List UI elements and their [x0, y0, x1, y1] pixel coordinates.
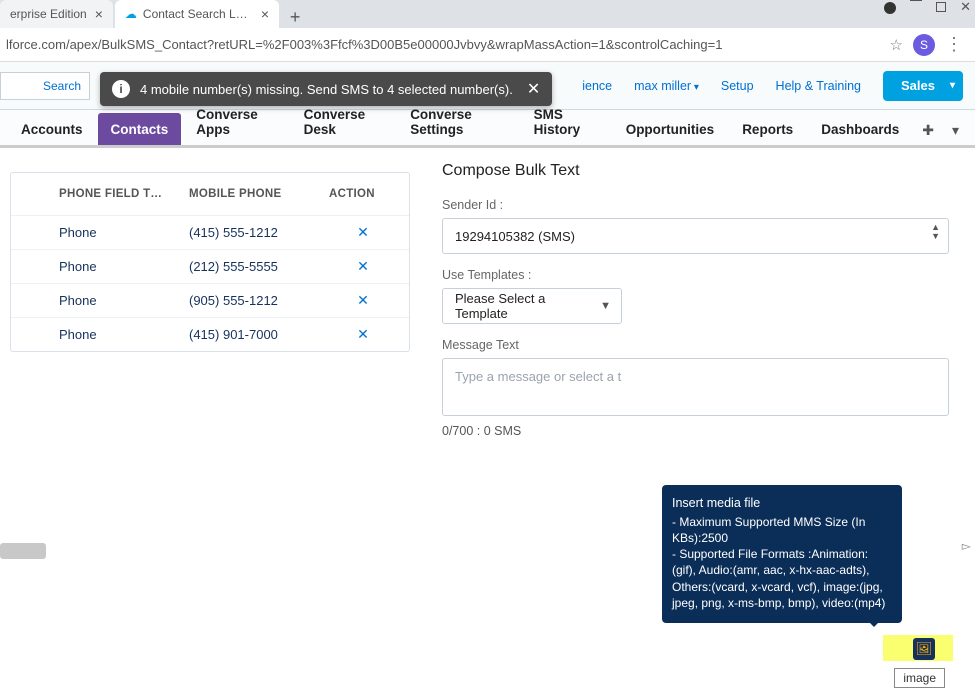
tab-opportunities[interactable]: Opportunities	[613, 113, 728, 145]
message-textarea[interactable]: Type a message or select a t	[442, 358, 949, 416]
message-placeholder: Type a message or select a t	[455, 369, 621, 384]
url-field[interactable]: lforce.com/apex/BulkSMS_Contact?retURL=%…	[0, 37, 880, 52]
info-icon: i	[112, 80, 130, 98]
window-minimize-icon[interactable]	[910, 0, 922, 1]
header-link-experience[interactable]: ience	[582, 79, 612, 93]
close-icon[interactable]: ✕	[527, 79, 540, 99]
bookmark-star-icon[interactable]: ☆	[890, 36, 903, 54]
tab-contacts[interactable]: Contacts	[98, 113, 182, 145]
character-counter: 0/700 : 0 SMS	[442, 424, 949, 438]
tooltip-line1: - Maximum Supported MMS Size (In KBs):25…	[672, 514, 892, 546]
media-tooltip: Insert media file - Maximum Supported MM…	[662, 485, 902, 623]
tab-reports[interactable]: Reports	[729, 113, 806, 145]
insert-media-button[interactable]: 🖼	[913, 638, 935, 660]
compose-title: Compose Bulk Text	[442, 162, 949, 180]
app-switcher-label: Sales	[901, 78, 935, 93]
sender-id-select[interactable]: 19294105382 (SMS) ▲▼	[442, 218, 949, 254]
cell-type: Phone	[53, 293, 183, 308]
close-icon[interactable]: ×	[261, 6, 269, 22]
browser-menu-icon[interactable]: ⋮	[941, 34, 967, 55]
global-search[interactable]: Search	[0, 72, 90, 100]
remove-row-button[interactable]: ✕	[323, 292, 403, 309]
native-tooltip: image	[894, 668, 945, 688]
app-switcher-button[interactable]: Sales	[883, 71, 963, 101]
app-header: Search i 4 mobile number(s) missing. Sen…	[0, 62, 975, 110]
add-tab-icon[interactable]: ✚	[914, 116, 942, 145]
table-row: Phone (415) 555-1212 ✕	[11, 215, 409, 249]
header-link-setup[interactable]: Setup	[721, 79, 754, 93]
template-select[interactable]: Please Select a Template ▼	[442, 288, 622, 324]
toast-text: 4 mobile number(s) missing. Send SMS to …	[140, 82, 513, 97]
new-tab-button[interactable]: +	[281, 7, 309, 28]
col-phone-field[interactable]: PHONE FIELD T…	[53, 188, 183, 200]
image-icon: 🖼	[916, 641, 933, 657]
remove-row-button[interactable]: ✕	[323, 258, 403, 275]
window-close-icon[interactable]: ✕	[960, 2, 971, 14]
cell-mobile: (415) 555-1212	[183, 225, 323, 240]
browser-tab-strip: erprise Edition × ☁ Contact Search Layou…	[0, 0, 975, 28]
cell-mobile: (212) 555-5555	[183, 259, 323, 274]
chevron-down-icon: ▼	[600, 300, 611, 312]
toast-notification: i 4 mobile number(s) missing. Send SMS t…	[100, 72, 552, 106]
cell-type: Phone	[53, 327, 183, 342]
window-controls: ✕	[884, 2, 971, 14]
extension-icon[interactable]	[884, 2, 896, 14]
browser-tab-1[interactable]: ☁ Contact Search Layouts ~ Salesfo ×	[115, 0, 279, 28]
tooltip-line2: - Supported File Formats :Animation:(gif…	[672, 546, 892, 611]
more-tabs-icon[interactable]: ▾	[944, 116, 967, 145]
cell-type: Phone	[53, 259, 183, 274]
browser-tab-0-title: erprise Edition	[10, 7, 87, 21]
remove-row-button[interactable]: ✕	[323, 326, 403, 343]
profile-avatar[interactable]: S	[913, 34, 935, 56]
contacts-panel: PHONE FIELD T… MOBILE PHONE ACTION Phone…	[0, 148, 420, 559]
grid-header: PHONE FIELD T… MOBILE PHONE ACTION	[11, 173, 409, 215]
header-user-menu[interactable]: max miller	[634, 79, 699, 93]
cloud-icon: ☁	[125, 7, 137, 21]
tab-dashboards[interactable]: Dashboards	[808, 113, 912, 145]
header-link-help[interactable]: Help & Training	[776, 79, 861, 93]
template-value: Please Select a Template	[455, 291, 595, 321]
spinner-icon[interactable]: ▲▼	[931, 223, 940, 241]
window-maximize-icon[interactable]	[936, 2, 946, 12]
cell-type: Phone	[53, 225, 183, 240]
col-mobile-phone[interactable]: MOBILE PHONE	[183, 188, 323, 200]
object-tab-bar: Accounts Contacts Converse Apps Converse…	[0, 110, 975, 148]
table-row: Phone (415) 901-7000 ✕	[11, 317, 409, 351]
col-action: ACTION	[323, 188, 403, 200]
page-content: PHONE FIELD T… MOBILE PHONE ACTION Phone…	[0, 148, 975, 559]
scroll-right-arrow[interactable]: ▻	[958, 539, 975, 553]
cell-mobile: (415) 901-7000	[183, 327, 323, 342]
sender-id-value: 19294105382 (SMS)	[455, 229, 575, 244]
tab-accounts[interactable]: Accounts	[8, 113, 96, 145]
templates-label: Use Templates :	[442, 268, 949, 282]
horizontal-scrollbar[interactable]	[0, 543, 46, 559]
tooltip-title: Insert media file	[672, 495, 892, 512]
browser-tab-0[interactable]: erprise Edition ×	[0, 0, 113, 28]
sender-id-label: Sender Id :	[442, 198, 949, 212]
table-row: Phone (212) 555-5555 ✕	[11, 249, 409, 283]
cell-mobile: (905) 555-1212	[183, 293, 323, 308]
browser-tab-1-title: Contact Search Layouts ~ Salesfo	[143, 7, 253, 21]
table-row: Phone (905) 555-1212 ✕	[11, 283, 409, 317]
close-icon[interactable]: ×	[95, 6, 103, 22]
search-label: Search	[43, 79, 81, 93]
contacts-grid: PHONE FIELD T… MOBILE PHONE ACTION Phone…	[10, 172, 410, 352]
remove-row-button[interactable]: ✕	[323, 224, 403, 241]
address-bar: lforce.com/apex/BulkSMS_Contact?retURL=%…	[0, 28, 975, 62]
header-links: ience max miller Setup Help & Training S…	[582, 71, 963, 101]
message-label: Message Text	[442, 338, 949, 352]
